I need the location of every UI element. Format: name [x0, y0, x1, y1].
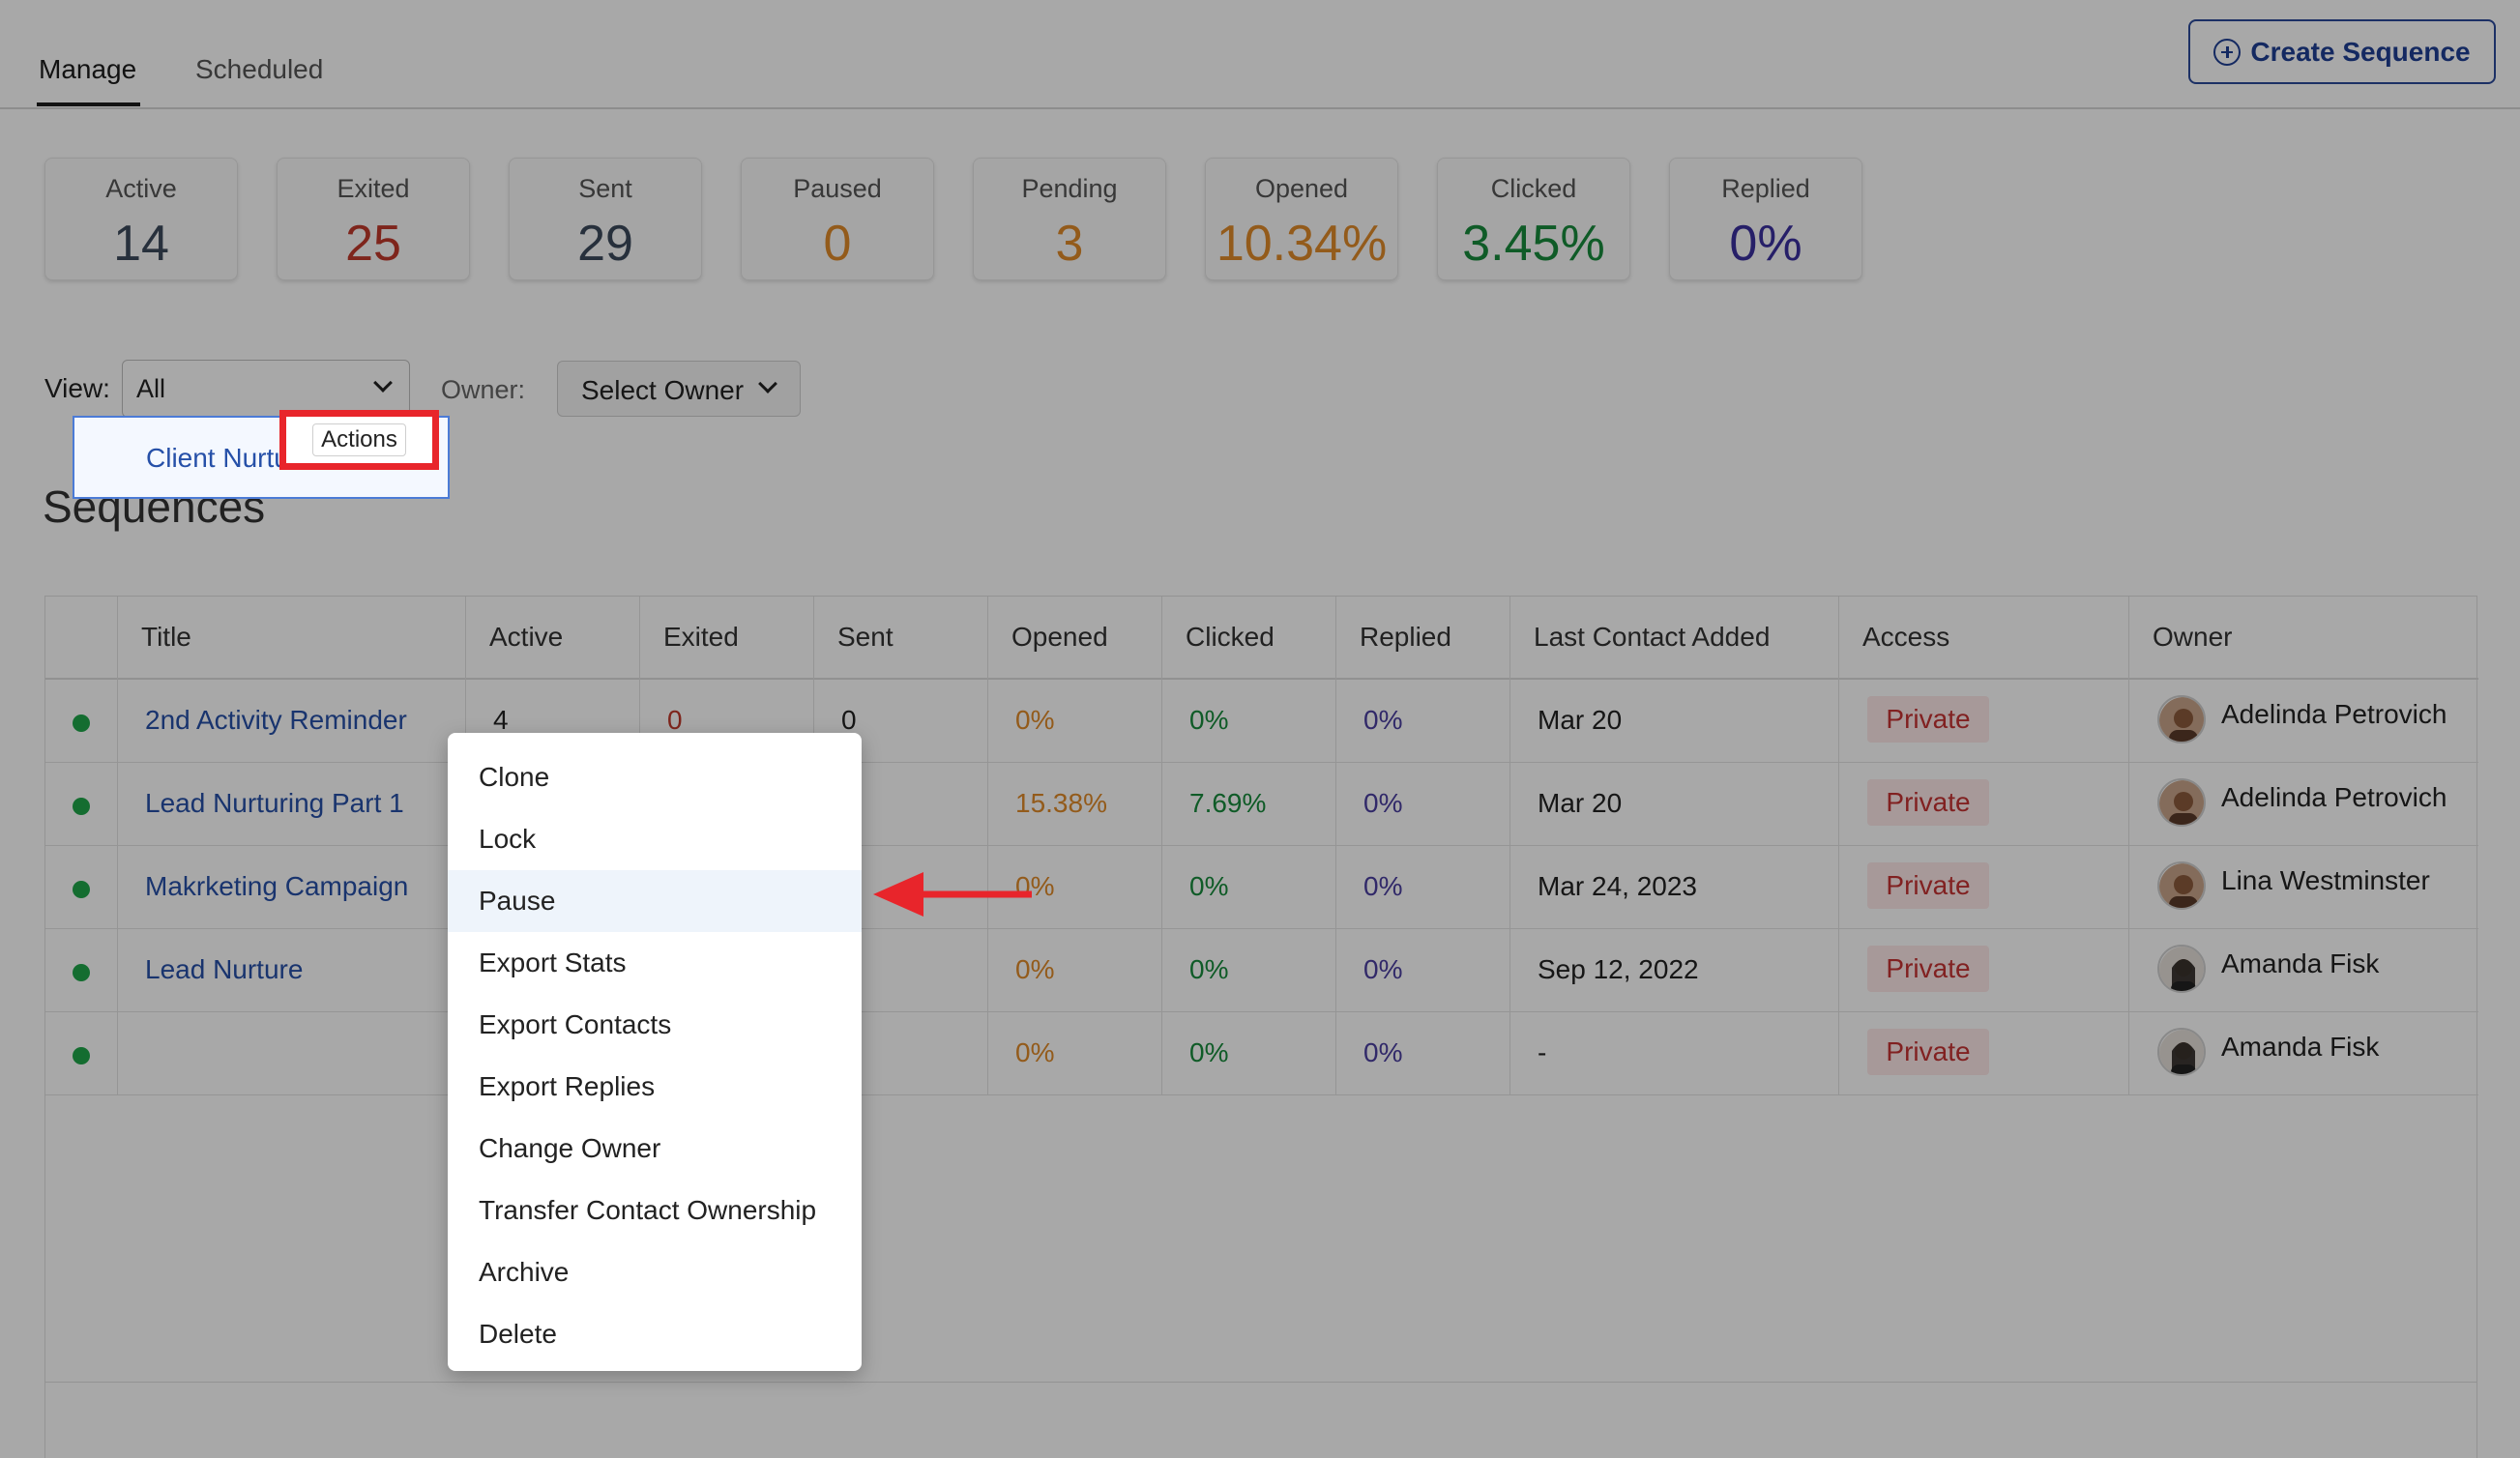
modal-overlay[interactable] — [0, 0, 2520, 1458]
menu-item-pause[interactable]: Pause — [448, 870, 862, 932]
menu-item-export-contacts[interactable]: Export Contacts — [448, 994, 862, 1056]
actions-button-label: Actions — [312, 423, 406, 456]
actions-menu: Clone Lock Pause Export Stats Export Con… — [448, 733, 862, 1371]
menu-item-export-stats[interactable]: Export Stats — [448, 932, 862, 994]
app-root: Manage Scheduled Create Sequence Active … — [0, 0, 2520, 1458]
annotation-arrow-icon — [873, 872, 1032, 917]
menu-item-archive[interactable]: Archive — [448, 1241, 862, 1303]
menu-item-transfer-contact-ownership[interactable]: Transfer Contact Ownership — [448, 1180, 862, 1241]
menu-item-clone[interactable]: Clone — [448, 746, 862, 808]
menu-item-lock[interactable]: Lock — [448, 808, 862, 870]
menu-item-export-replies[interactable]: Export Replies — [448, 1056, 862, 1118]
menu-item-delete[interactable]: Delete — [448, 1303, 862, 1365]
menu-item-change-owner[interactable]: Change Owner — [448, 1118, 862, 1180]
actions-button[interactable]: Actions — [279, 410, 439, 470]
